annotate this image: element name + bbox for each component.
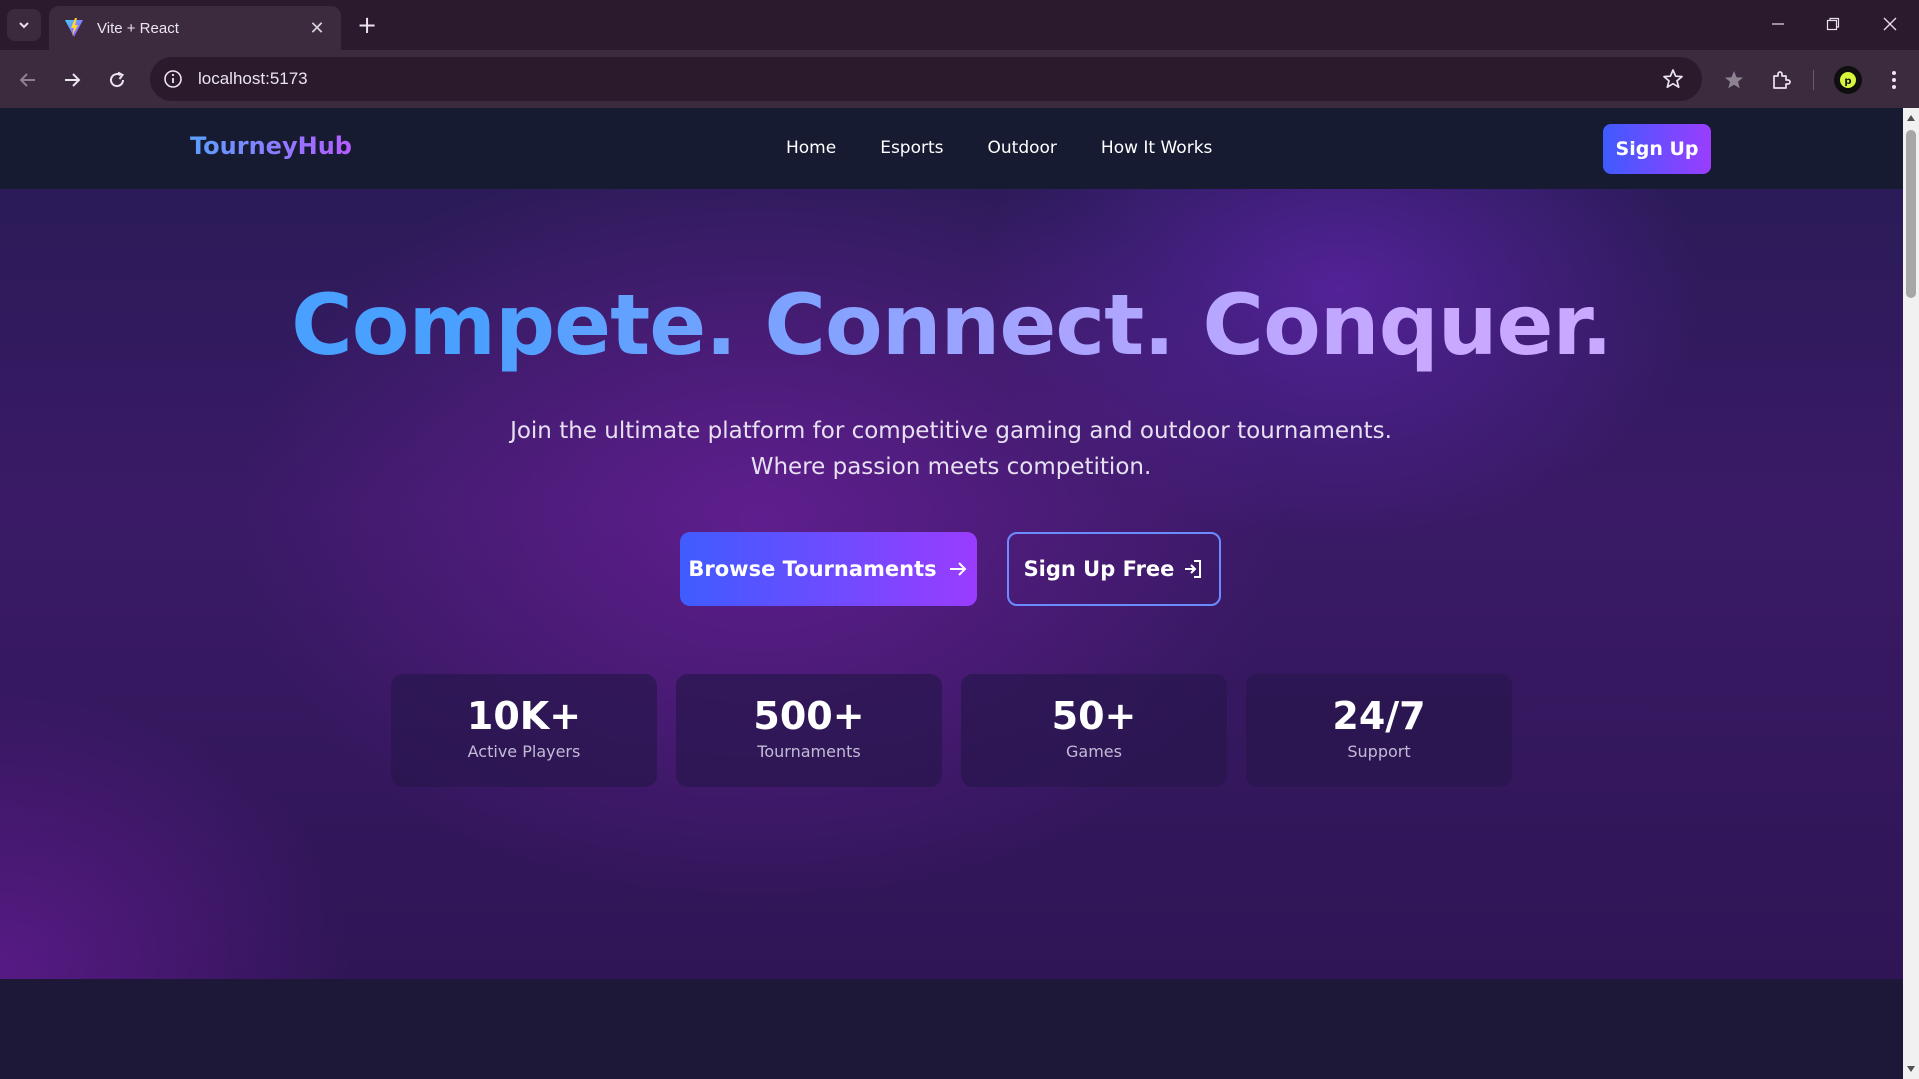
scrollbar-thumb[interactable] [1906,130,1916,298]
stat-value: 24/7 [1332,694,1426,738]
stat-label: Tournaments [757,742,861,761]
url-text: localhost:5173 [198,69,308,88]
stat-value: 10K+ [466,694,582,738]
bookmark-star-icon[interactable] [1660,66,1686,92]
reload-icon[interactable] [101,64,133,96]
scroll-up-icon[interactable] [1906,113,1916,123]
browse-tournaments-button[interactable]: Browse Tournaments [680,532,977,606]
hero-subtitle: Join the ultimate platform for competiti… [510,418,1392,480]
hero-title: Compete. Connect. Conquer. [0,276,1903,374]
arrow-right-icon [949,562,967,576]
svg-text:p: p [1844,76,1851,87]
nav-link-outdoor[interactable]: Outdoor [988,138,1057,158]
site-navbar: TourneyHub Home Esports Outdoor How It W… [0,108,1903,189]
nav-link-how-it-works[interactable]: How It Works [1101,138,1212,158]
stat-card-support: 24/7 Support [1246,674,1512,787]
forward-icon[interactable] [56,64,88,96]
browser-tab[interactable]: Vite + React ✕ [49,6,341,50]
stat-value: 50+ [1051,694,1137,738]
tab-close-icon[interactable]: ✕ [305,16,329,40]
tab-strip: Vite + React ✕ + [0,0,1919,50]
stat-card-players: 10K+ Active Players [391,674,657,787]
new-tab-button[interactable]: + [354,11,380,39]
address-bar[interactable]: localhost:5173 [150,57,1702,101]
restore-icon[interactable] [1815,8,1851,40]
extension-star-icon[interactable] [1720,66,1748,94]
extensions-puzzle-icon[interactable] [1767,66,1795,94]
chevron-down-icon [19,22,29,29]
nav-link-home[interactable]: Home [786,138,836,158]
browse-tournaments-label: Browse Tournaments [688,557,937,581]
page-viewport: TourneyHub Home Esports Outdoor How It W… [0,108,1919,1079]
page-scrollbar[interactable] [1903,108,1919,1079]
signup-free-button[interactable]: Sign Up Free [1007,532,1221,606]
toolbar-divider [1813,70,1814,90]
stat-label: Support [1347,742,1411,761]
hero-section: Compete. Connect. Conquer. Join the ulti… [0,189,1903,979]
tab-title: Vite + React [97,19,179,37]
site-info-icon[interactable] [162,68,184,90]
stat-label: Active Players [467,742,581,761]
stat-card-games: 50+ Games [961,674,1227,787]
back-icon[interactable] [12,64,44,96]
minimize-icon[interactable] [1760,8,1796,40]
signup-free-label: Sign Up Free [1023,557,1175,581]
next-section [0,979,1903,1079]
browser-toolbar: localhost:5173 p [0,50,1919,108]
stat-card-tournaments: 500+ Tournaments [676,674,942,787]
profile-avatar-icon[interactable]: p [1834,66,1862,94]
stat-value: 500+ [753,694,865,738]
stat-label: Games [1066,742,1122,761]
scroll-down-icon[interactable] [1906,1064,1916,1074]
vite-logo-icon [65,18,83,37]
login-icon [1185,560,1202,578]
nav-links: Home Esports Outdoor How It Works [786,138,1212,158]
menu-kebab-icon[interactable] [1880,66,1908,94]
nav-link-esports[interactable]: Esports [880,138,943,158]
tab-search-button[interactable] [7,9,41,41]
close-window-icon[interactable] [1872,8,1908,40]
site-logo[interactable]: TourneyHub [190,132,352,160]
nav-signup-button[interactable]: Sign Up [1603,124,1711,174]
